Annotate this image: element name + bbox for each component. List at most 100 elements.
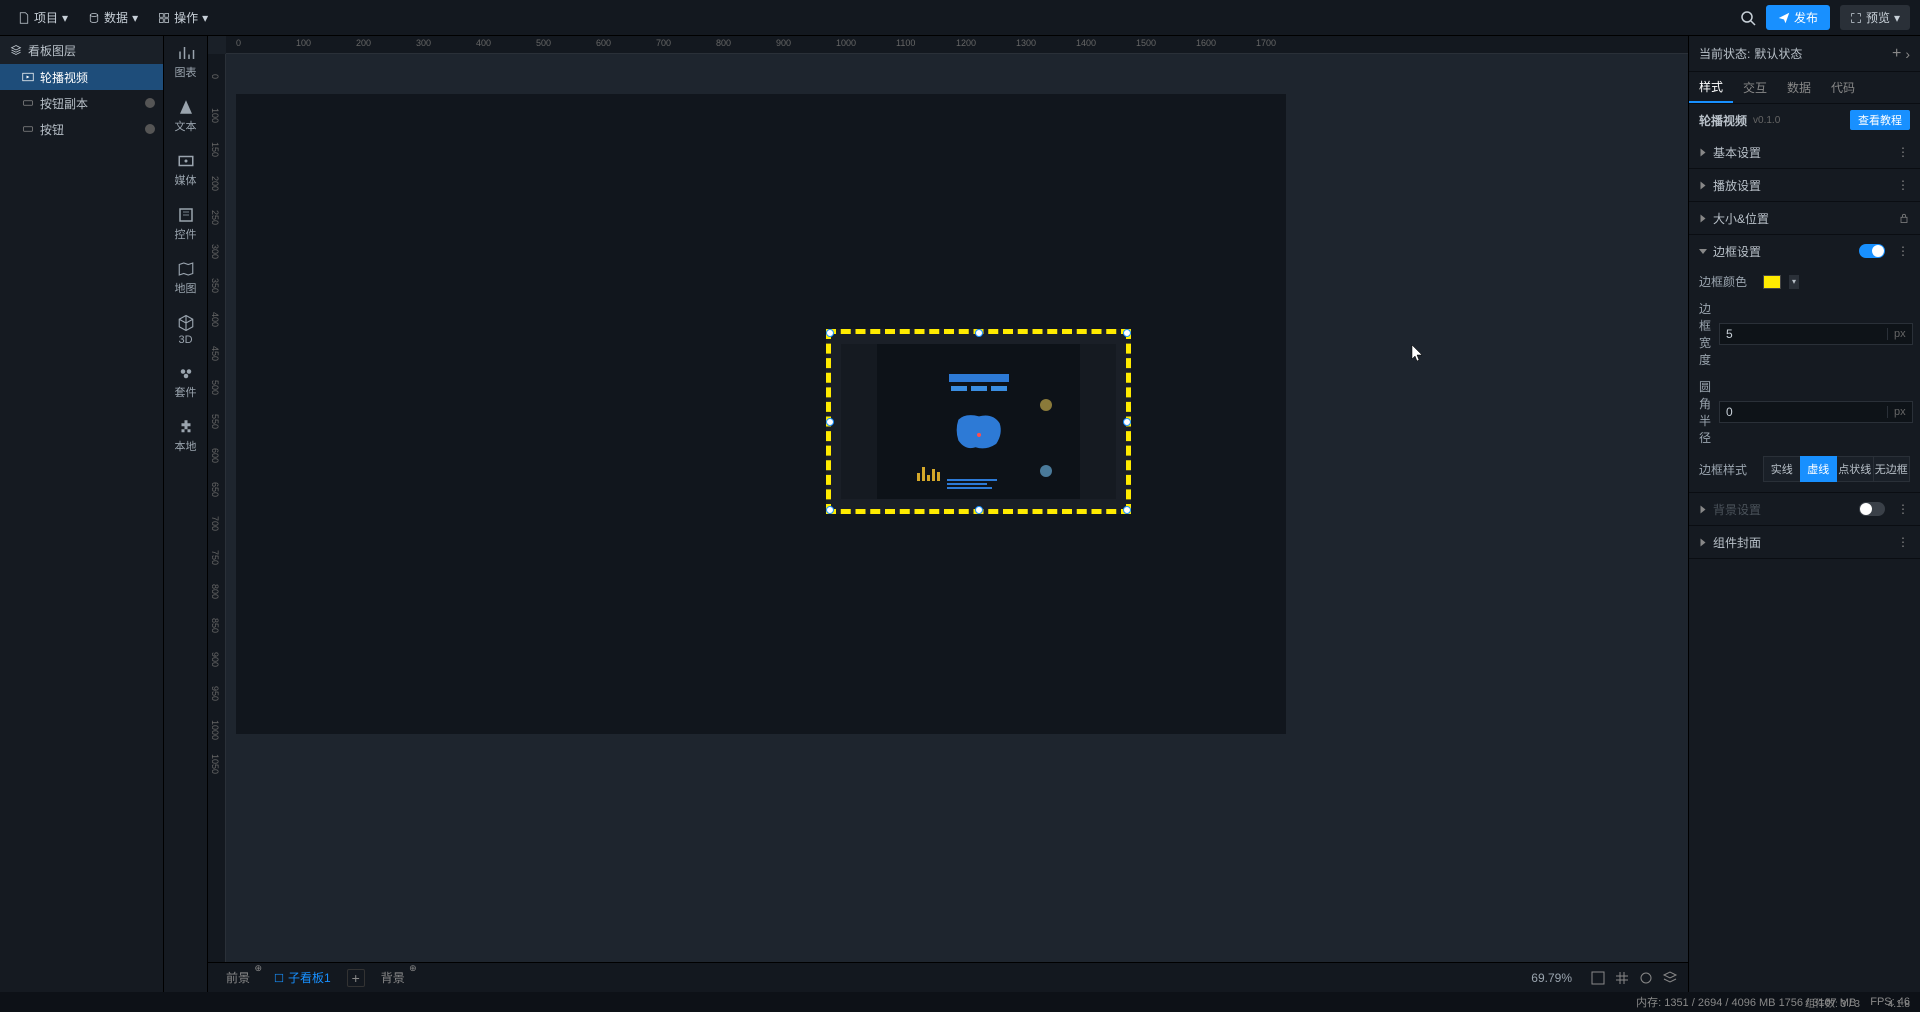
add-icon[interactable]: ⊕ — [254, 963, 262, 974]
caret-icon — [1701, 505, 1706, 513]
border-width-input[interactable]: px — [1719, 323, 1913, 345]
resize-handle[interactable] — [975, 506, 983, 514]
layers-toggle-icon[interactable] — [1662, 970, 1678, 986]
search-icon — [1740, 10, 1756, 26]
tab-data[interactable]: 数据 — [1777, 72, 1821, 103]
resize-handle[interactable] — [826, 506, 834, 514]
tab-style[interactable]: 样式 — [1689, 72, 1733, 103]
board-icon — [274, 973, 284, 983]
status-bar: 内存: 1351 / 2694 / 4096 MB 1756 / 3107 MB… — [0, 992, 1920, 1012]
add-scene-button[interactable]: + — [347, 969, 365, 987]
zoom-level[interactable]: 69.79% — [1531, 971, 1572, 985]
cube-icon — [177, 314, 195, 332]
input-value[interactable] — [1720, 405, 1887, 419]
more-icon[interactable]: ⋮ — [1897, 244, 1910, 258]
canvas-area[interactable]: 0100200300400500600700800900100011001200… — [208, 36, 1688, 992]
comp-label: 控件 — [175, 226, 197, 242]
resize-handle[interactable] — [826, 418, 834, 426]
add-icon[interactable]: ⊕ — [409, 963, 417, 974]
add-state-button[interactable]: + — [1892, 45, 1901, 63]
menu-operate-label: 操作 — [174, 9, 198, 26]
menu-data[interactable]: 数据 ▾ — [80, 5, 146, 30]
layer-item-button-copy[interactable]: 按钮副本 — [0, 90, 163, 116]
publish-button[interactable]: 发布 — [1766, 5, 1830, 30]
snap-icon[interactable] — [1638, 970, 1654, 986]
more-icon[interactable]: ⋮ — [1897, 145, 1910, 159]
section-title: 大小&位置 — [1713, 210, 1769, 227]
lock-icon[interactable] — [1898, 212, 1910, 224]
tab-code[interactable]: 代码 — [1821, 72, 1865, 103]
comp-control[interactable]: 控件 — [166, 206, 206, 242]
grid-toggle-icon[interactable] — [1614, 970, 1630, 986]
resize-handle[interactable] — [1123, 418, 1131, 426]
database-icon — [88, 12, 100, 24]
section-head-background[interactable]: 背景设置 ⋮ — [1689, 493, 1920, 525]
scene-tab-front[interactable]: 前景 ⊕ — [218, 965, 258, 990]
tab-interaction[interactable]: 交互 — [1733, 72, 1777, 103]
component-name: 轮播视频 — [1699, 112, 1747, 129]
scene-tab-back[interactable]: 背景 ⊕ — [373, 965, 413, 990]
comp-kit[interactable]: 套件 — [166, 364, 206, 400]
component-title-row: 轮播视频 v0.1.0 查看教程 — [1689, 104, 1920, 136]
tutorial-button[interactable]: 查看教程 — [1850, 110, 1910, 130]
ruler-horizontal: 0100200300400500600700800900100011001200… — [226, 36, 1688, 54]
more-icon[interactable]: ⋮ — [1897, 502, 1910, 516]
fit-icon[interactable] — [1590, 970, 1606, 986]
scene-tab-sub[interactable]: 子看板1 — [266, 965, 339, 990]
canvas-inner[interactable] — [226, 54, 1688, 992]
layer-item-carousel-video[interactable]: 轮播视频 — [0, 64, 163, 90]
state-value[interactable]: 默认状态 — [1754, 45, 1802, 62]
next-state-button[interactable]: › — [1905, 46, 1910, 62]
color-swatch[interactable] — [1763, 275, 1781, 289]
section-head-basic[interactable]: 基本设置 ⋮ — [1689, 136, 1920, 168]
input-value[interactable] — [1720, 327, 1887, 341]
scene-tab-bar: 前景 ⊕ 子看板1 + 背景 ⊕ 69.79% — [208, 962, 1688, 992]
border-toggle[interactable] — [1859, 244, 1885, 258]
search-button[interactable] — [1734, 4, 1762, 32]
comp-label: 图表 — [175, 64, 197, 80]
layer-item-label: 按钮 — [40, 121, 64, 138]
selected-component[interactable] — [826, 329, 1131, 514]
section-head-size-position[interactable]: 大小&位置 — [1689, 202, 1920, 234]
comp-local[interactable]: 本地 — [166, 418, 206, 454]
comp-map[interactable]: 地图 — [166, 260, 206, 296]
property-panel: 当前状态: 默认状态 + › 样式 交互 数据 代码 轮播视频 v0.1.0 查… — [1688, 36, 1920, 992]
prop-border-color: 边框颜色 ▾ — [1699, 273, 1910, 290]
border-style-dotted[interactable]: 点状线 — [1836, 456, 1874, 482]
color-dropdown[interactable]: ▾ — [1789, 275, 1799, 289]
resize-handle[interactable] — [826, 329, 834, 337]
comp-media[interactable]: 媒体 — [166, 152, 206, 188]
resize-handle[interactable] — [1123, 506, 1131, 514]
border-style-dashed[interactable]: 虚线 — [1800, 456, 1838, 482]
caret-icon — [1701, 148, 1706, 156]
resize-handle[interactable] — [1123, 329, 1131, 337]
status-components: 组件数: 3 / 3 — [1805, 995, 1860, 1010]
input-unit: px — [1887, 328, 1912, 340]
resize-handle[interactable] — [975, 329, 983, 337]
comp-chart[interactable]: 图表 — [166, 44, 206, 80]
preview-button[interactable]: 预览 ▾ — [1840, 5, 1910, 30]
comp-3d[interactable]: 3D — [166, 314, 206, 346]
layer-item-button[interactable]: 按钮 — [0, 116, 163, 142]
prop-label: 边框样式 — [1699, 461, 1755, 478]
section-title: 组件封面 — [1713, 534, 1761, 551]
layers-icon — [10, 44, 22, 56]
grid-icon — [158, 12, 170, 24]
background-toggle[interactable] — [1859, 502, 1885, 516]
more-icon[interactable]: ⋮ — [1897, 535, 1910, 549]
section-head-cover[interactable]: 组件封面 ⋮ — [1689, 526, 1920, 558]
section-head-border[interactable]: 边框设置 ⋮ — [1689, 235, 1920, 267]
border-style-solid[interactable]: 实线 — [1763, 456, 1801, 482]
button-icon — [22, 123, 34, 135]
state-row: 当前状态: 默认状态 + › — [1689, 36, 1920, 72]
section-background: 背景设置 ⋮ — [1689, 493, 1920, 526]
border-radius-input[interactable]: px — [1719, 401, 1913, 423]
menu-project[interactable]: 项目 ▾ — [10, 5, 76, 30]
more-icon[interactable]: ⋮ — [1897, 178, 1910, 192]
visibility-dot-icon[interactable] — [145, 98, 155, 108]
section-head-playback[interactable]: 播放设置 ⋮ — [1689, 169, 1920, 201]
comp-text[interactable]: 文本 — [166, 98, 206, 134]
visibility-dot-icon[interactable] — [145, 124, 155, 134]
border-style-none[interactable]: 无边框 — [1873, 456, 1911, 482]
menu-operate[interactable]: 操作 ▾ — [150, 5, 216, 30]
